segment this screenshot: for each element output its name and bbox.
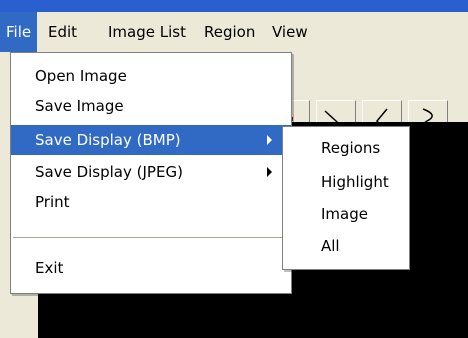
menu-item-exit[interactable]: Exit xyxy=(11,253,291,283)
menu-item-print[interactable]: Print xyxy=(11,187,291,217)
title-bar xyxy=(0,0,468,12)
save-display-bmp-submenu: Regions Highlight Image All xyxy=(282,126,410,270)
menu-item-save-image[interactable]: Save Image xyxy=(11,91,291,121)
submenu-item-highlight[interactable]: Highlight xyxy=(283,167,409,197)
menu-image-list[interactable]: Image List xyxy=(102,12,192,52)
submenu-arrow-icon xyxy=(267,135,272,145)
menu-separator xyxy=(13,237,289,239)
submenu-arrow-icon xyxy=(267,167,272,177)
menu-file[interactable]: File xyxy=(0,12,38,52)
menu-item-save-display-bmp[interactable]: Save Display (BMP) xyxy=(11,125,291,155)
menu-item-open-image[interactable]: Open Image xyxy=(11,61,291,91)
submenu-item-all[interactable]: All xyxy=(283,231,409,261)
file-menu: Open Image Save Image Save Display (BMP)… xyxy=(10,52,292,294)
menu-edit[interactable]: Edit xyxy=(42,12,83,52)
menu-region[interactable]: Region xyxy=(198,12,261,52)
menu-bar: File Edit Image List Region View xyxy=(0,12,468,52)
menu-view[interactable]: View xyxy=(266,12,314,52)
submenu-item-image[interactable]: Image xyxy=(283,199,409,229)
menu-item-save-display-jpeg[interactable]: Save Display (JPEG) xyxy=(11,157,291,187)
submenu-item-regions[interactable]: Regions xyxy=(283,133,409,163)
